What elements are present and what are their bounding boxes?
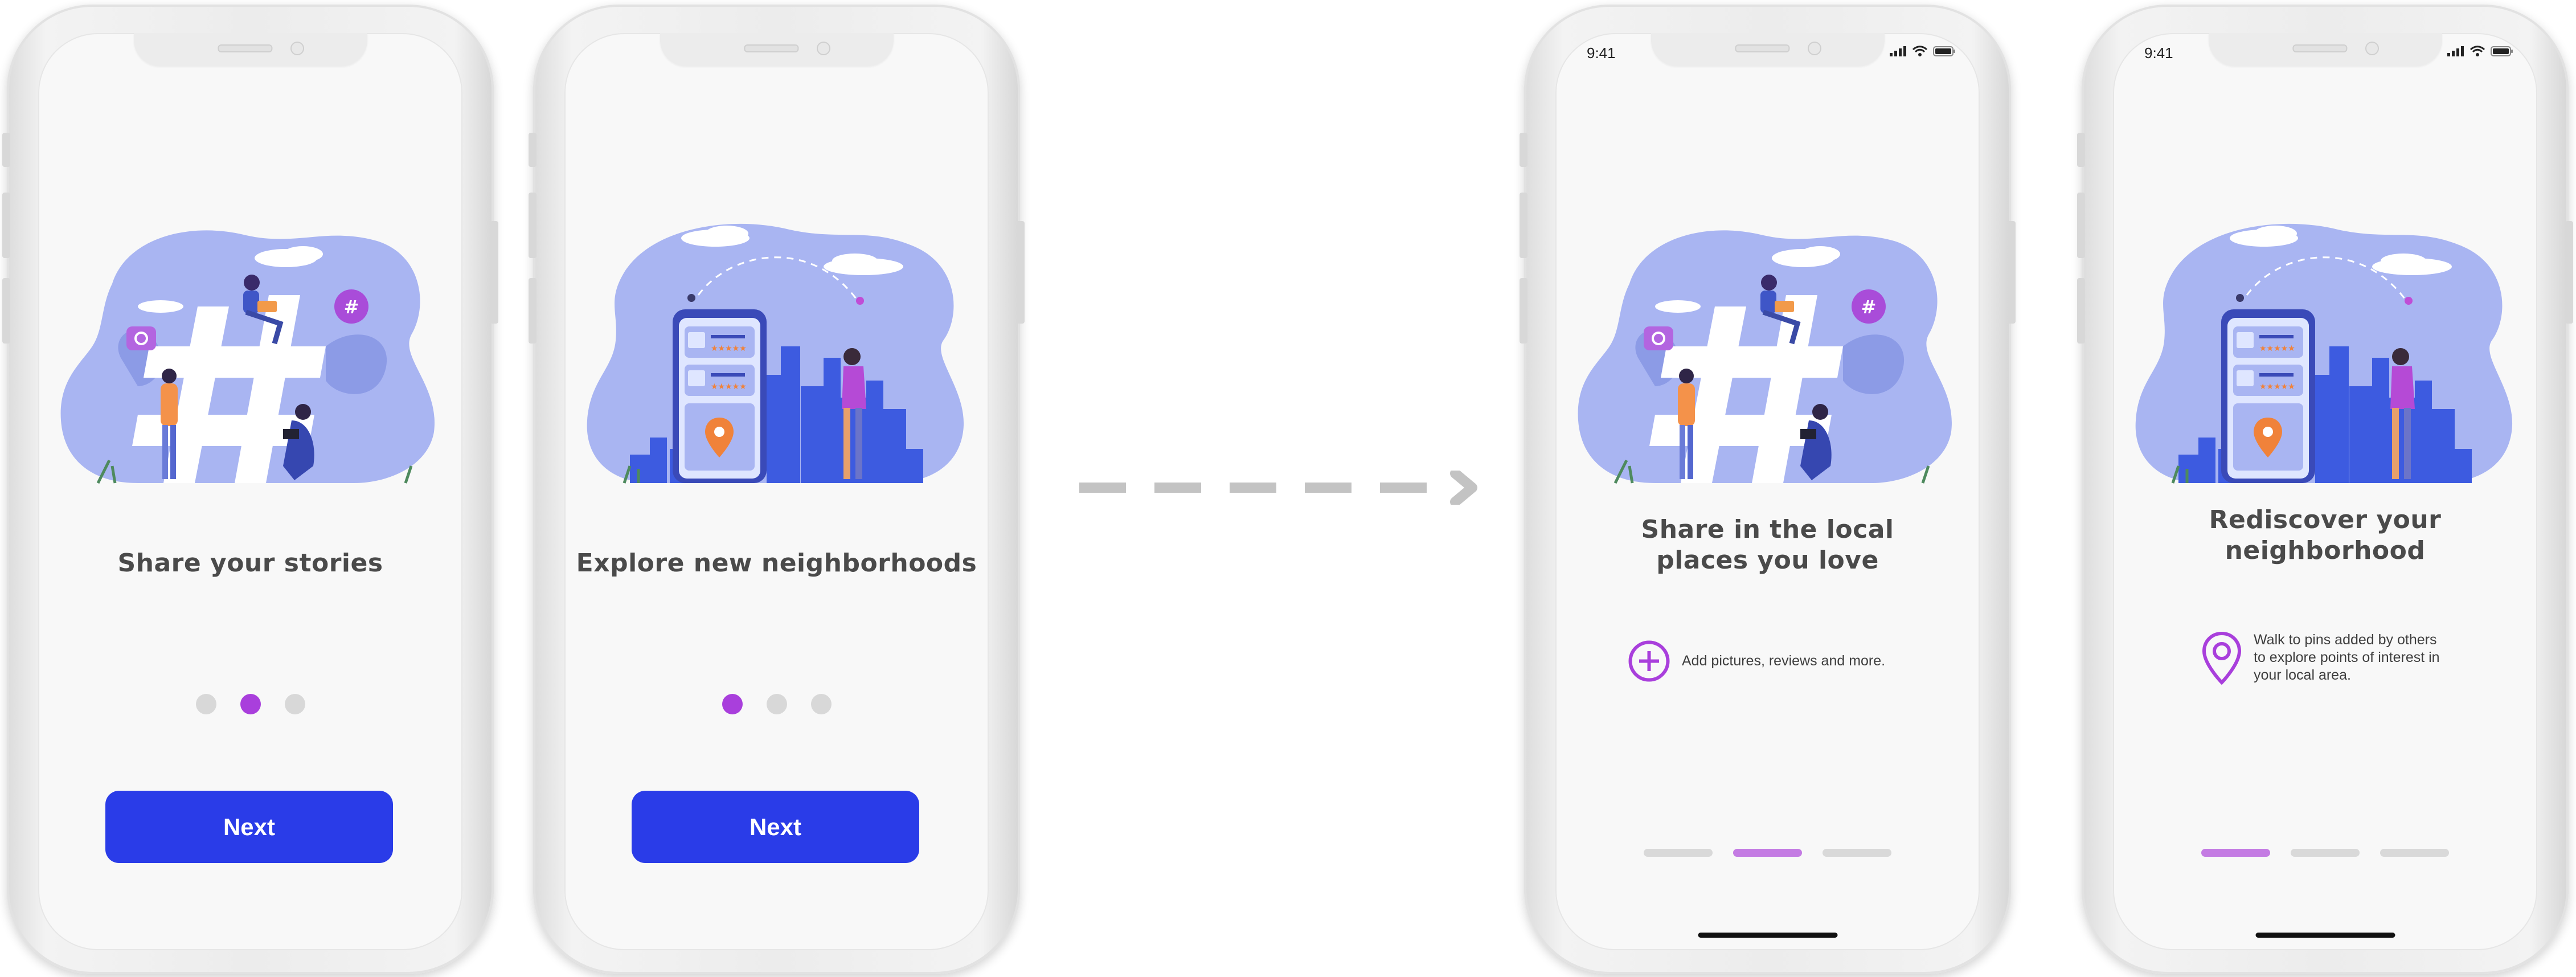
- feature-text: Walk to pins added by others to explore …: [2254, 631, 2440, 684]
- hashtag-people-illustration: [1575, 215, 1960, 489]
- page-dot-3[interactable]: [810, 694, 832, 714]
- home-indicator[interactable]: [2255, 933, 2395, 938]
- title-line-2: places you love: [1656, 546, 1879, 575]
- next-button[interactable]: Next: [632, 791, 919, 863]
- map-pin-icon[interactable]: [2201, 631, 2242, 685]
- phone-frame-1: Share your stories Next: [2, 5, 498, 974]
- phone-frame-3: 9:41 Share in the local places you love …: [1520, 5, 2016, 974]
- city-map-illustration: [2133, 215, 2517, 489]
- hashtag-people-illustration: [58, 215, 443, 489]
- feature-row: Walk to pins added by others to explore …: [2201, 631, 2440, 685]
- feature-text-line-2: to explore points of interest in: [2254, 649, 2440, 665]
- feature-text: Add pictures, reviews and more.: [1682, 653, 1886, 669]
- screen-title: Share your stories: [117, 549, 383, 578]
- page-bar-2[interactable]: [2291, 849, 2360, 857]
- page-dot-2[interactable]: [766, 694, 787, 714]
- page-indicator: [38, 694, 462, 714]
- notch: [2208, 33, 2442, 66]
- onboarding-screen-explore: Explore new neighborhoods Next: [564, 33, 989, 950]
- city-map-illustration: [584, 215, 969, 489]
- cellular-signal-icon: [1890, 46, 1906, 56]
- title-line-2: neighborhood: [2225, 536, 2426, 565]
- phone-frame-4: 9:41 Rediscover your neighborhood Walk t…: [2077, 5, 2573, 974]
- title-line-1: Share in the local: [1641, 515, 1894, 544]
- page-bar-3[interactable]: [1823, 849, 1891, 857]
- battery-icon: [2491, 46, 2513, 56]
- notch: [1651, 33, 1885, 66]
- next-button[interactable]: Next: [105, 791, 393, 863]
- feature-row: Add pictures, reviews and more.: [1628, 640, 1885, 682]
- page-indicator: [2113, 849, 2537, 857]
- phone-frame-2: Explore new neighborhoods Next: [529, 5, 1025, 974]
- flow-arrow-icon: [1079, 471, 1477, 505]
- status-icons: [2447, 46, 2513, 57]
- onboarding-screen-share-stories: Share your stories Next: [38, 33, 462, 950]
- page-dot-1-active[interactable]: [722, 694, 743, 714]
- status-time: 9:41: [1587, 44, 1616, 62]
- wifi-icon: [2470, 46, 2485, 56]
- onboarding-screen-rediscover: 9:41 Rediscover your neighborhood Walk t…: [2113, 33, 2537, 950]
- page-dot-1[interactable]: [195, 694, 216, 714]
- cellular-signal-icon: [2447, 46, 2464, 56]
- feature-text-line-3: your local area.: [2254, 667, 2351, 683]
- screen-title: Rediscover your neighborhood: [2113, 505, 2537, 566]
- battery-icon: [1933, 46, 1955, 56]
- page-indicator: [1555, 849, 1980, 857]
- page-bar-1-active[interactable]: [2201, 849, 2270, 857]
- page-bar-2-active[interactable]: [1733, 849, 1802, 857]
- page-dot-3[interactable]: [284, 694, 305, 714]
- page-bar-3[interactable]: [2380, 849, 2449, 857]
- screen-title: Share in the local places you love: [1555, 514, 1980, 576]
- screen-title: Explore new neighborhoods: [576, 549, 977, 578]
- page-bar-1[interactable]: [1644, 849, 1713, 857]
- home-indicator[interactable]: [1698, 933, 1837, 938]
- title-line-1: Rediscover your: [2209, 505, 2442, 534]
- notch: [660, 33, 894, 66]
- onboarding-screen-share-places: 9:41 Share in the local places you love …: [1555, 33, 1980, 950]
- page-indicator: [564, 694, 989, 714]
- status-icons: [1890, 46, 1956, 57]
- plus-circle-icon[interactable]: [1628, 640, 1670, 682]
- status-time: 9:41: [2144, 44, 2173, 62]
- feature-text-line-1: Walk to pins added by others: [2254, 632, 2437, 648]
- page-dot-2-active[interactable]: [240, 694, 261, 714]
- wifi-icon: [1912, 46, 1927, 56]
- notch: [133, 33, 367, 66]
